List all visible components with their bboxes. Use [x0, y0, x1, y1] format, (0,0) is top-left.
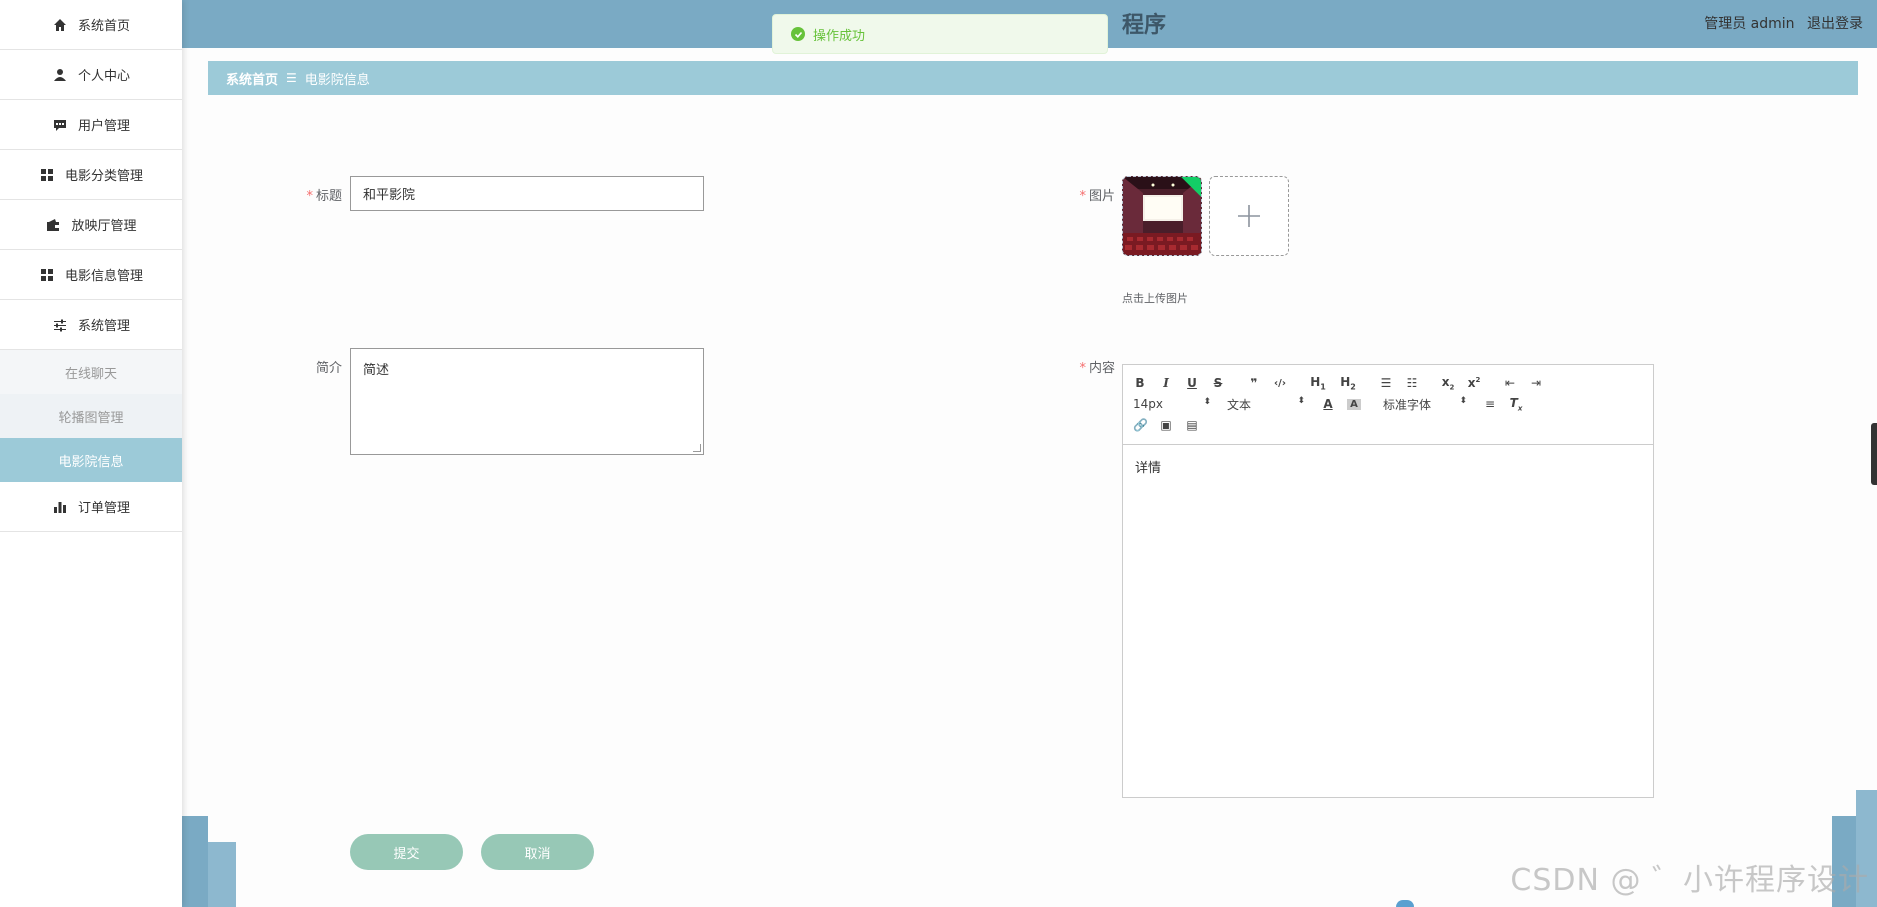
- required-mark: *: [1079, 189, 1086, 204]
- chat-icon: [52, 118, 68, 132]
- wallet-icon: [45, 218, 61, 232]
- font-family-select[interactable]: 标准字体 ⬍: [1383, 396, 1467, 413]
- user-icon: [52, 68, 68, 82]
- watermark: CSDN @ ゛小许程序设计: [1510, 863, 1869, 898]
- success-toast: 操作成功: [772, 14, 1108, 54]
- sidebar-item-orders[interactable]: 订单管理: [0, 482, 182, 532]
- ordered-list-icon[interactable]: ☰: [1379, 376, 1393, 390]
- sidebar-item-label: 电影信息管理: [64, 269, 143, 284]
- resize-handle-icon[interactable]: [693, 444, 701, 452]
- select-arrow-icon: ⬍: [1459, 395, 1467, 406]
- align-icon[interactable]: ≡: [1483, 397, 1497, 411]
- decor-dot: [1396, 900, 1414, 907]
- blockquote-icon[interactable]: ❞: [1247, 376, 1261, 390]
- rich-text-editor: B I U S ❞ ‹/› H1 H2 ☰ ☷ x2 x2 ⇤ ⇥ 14px ⬍ …: [1122, 364, 1654, 798]
- intro-textarea[interactable]: 简述: [350, 348, 704, 455]
- clear-format-icon[interactable]: Tx: [1509, 396, 1523, 412]
- heading1-icon[interactable]: H1: [1309, 375, 1327, 391]
- outdent-icon[interactable]: ⇤: [1503, 376, 1517, 390]
- logout-link[interactable]: 退出登录: [1807, 16, 1863, 32]
- required-mark: *: [1079, 361, 1086, 376]
- sidebar-item-label: 个人中心: [77, 69, 130, 84]
- upload-hint: 点击上传图片: [1122, 292, 1188, 305]
- required-mark: *: [306, 189, 313, 204]
- sidebar-item-movie-info[interactable]: 电影信息管理: [0, 250, 182, 300]
- image-upload-button[interactable]: [1209, 176, 1289, 256]
- image-label-text: 图片: [1088, 189, 1115, 204]
- sidebar-subitem-cinema-info[interactable]: 电影院信息: [0, 438, 182, 482]
- admin-label: 管理员 admin: [1704, 16, 1795, 32]
- image-label: * 图片: [1070, 185, 1115, 204]
- sidebar-item-label: 放映厅管理: [71, 219, 137, 234]
- select-arrow-icon: ⬍: [1203, 397, 1211, 407]
- breadcrumb-home[interactable]: 系统首页: [226, 69, 278, 88]
- sidebar-subitem-carousel[interactable]: 轮播图管理: [0, 394, 182, 438]
- sidebar-item-label: 系统管理: [77, 319, 130, 334]
- sidebar-item-home[interactable]: 系统首页: [0, 0, 182, 50]
- editor-content[interactable]: 详情: [1123, 445, 1653, 488]
- font-color-icon[interactable]: A: [1321, 397, 1335, 411]
- bar-chart-icon: [52, 500, 68, 514]
- select-arrow-icon: ⬍: [1297, 395, 1305, 406]
- header-select[interactable]: 文本 ⬍: [1227, 396, 1305, 413]
- title-input[interactable]: 和平影院: [350, 176, 704, 211]
- intro-text: 简述: [363, 363, 390, 378]
- decor-building: [208, 842, 236, 907]
- sidebar-item-movie-category[interactable]: 电影分类管理: [0, 150, 182, 200]
- text-type-value: 文本: [1227, 397, 1252, 412]
- heading2-icon[interactable]: H2: [1339, 375, 1357, 391]
- plus-icon: [1238, 205, 1260, 227]
- image-icon[interactable]: ▣: [1159, 418, 1173, 432]
- sidebar-item-hall[interactable]: 放映厅管理: [0, 200, 182, 250]
- background-color-icon[interactable]: A: [1347, 398, 1361, 410]
- sidebar-item-label: 电影分类管理: [64, 169, 143, 184]
- italic-icon[interactable]: I: [1159, 376, 1173, 390]
- sidebar-item-label: 系统首页: [77, 19, 130, 34]
- font-size-select[interactable]: 14px ⬍: [1133, 397, 1211, 411]
- content-label-text: 内容: [1088, 361, 1115, 376]
- sidebar-item-profile[interactable]: 个人中心: [0, 50, 182, 100]
- subscript-icon[interactable]: x2: [1441, 375, 1455, 391]
- indent-icon[interactable]: ⇥: [1529, 376, 1543, 390]
- submit-button[interactable]: 提交: [350, 834, 463, 870]
- decor-building: [182, 816, 208, 907]
- home-icon: [52, 18, 68, 32]
- sidebar-item-users[interactable]: 用户管理: [0, 100, 182, 150]
- toast-message: 操作成功: [813, 28, 866, 44]
- link-icon[interactable]: 🔗: [1133, 418, 1148, 432]
- sidebar-item-label: 订单管理: [77, 501, 130, 516]
- breadcrumb-current: 电影院信息: [304, 72, 370, 88]
- underline-icon[interactable]: U: [1185, 376, 1199, 390]
- user-area: 管理员 admin 退出登录: [1704, 13, 1863, 33]
- scrollbar-thumb[interactable]: [1871, 423, 1877, 485]
- sidebar: 系统首页 个人中心 用户管理 电影分类管理 放映厅管理 电影信息管理 系统管理 …: [0, 0, 182, 907]
- content-label: * 内容: [1070, 357, 1115, 376]
- app-title: 程序: [1122, 13, 1167, 38]
- bold-icon[interactable]: B: [1133, 376, 1147, 390]
- grid-icon: [39, 168, 55, 182]
- sliders-icon: [52, 318, 68, 332]
- font-size-value: 14px: [1133, 397, 1163, 411]
- strike-icon[interactable]: S: [1211, 376, 1225, 390]
- title-label-text: 标题: [315, 189, 342, 204]
- intro-label: 简介: [315, 361, 342, 376]
- sidebar-item-label: 用户管理: [77, 119, 130, 134]
- check-circle-icon: [791, 27, 805, 41]
- grid-icon: [39, 268, 55, 282]
- code-block-icon[interactable]: ‹/›: [1273, 378, 1287, 389]
- cinema-image-icon: [1123, 177, 1201, 255]
- bullet-list-icon[interactable]: ☷: [1405, 376, 1419, 390]
- breadcrumb-separator-icon: ☰: [286, 71, 297, 85]
- breadcrumb: 系统首页 ☰ 电影院信息: [208, 61, 1858, 95]
- video-icon[interactable]: ▤: [1185, 418, 1199, 432]
- uploaded-image-thumbnail[interactable]: [1122, 176, 1202, 256]
- superscript-icon[interactable]: x2: [1467, 376, 1481, 390]
- sidebar-subitem-chat[interactable]: 在线聊天: [0, 350, 182, 394]
- sidebar-item-system[interactable]: 系统管理: [0, 300, 182, 350]
- cancel-button[interactable]: 取消: [481, 834, 594, 870]
- title-label: * 标题: [300, 185, 342, 204]
- font-family-value: 标准字体: [1383, 397, 1432, 412]
- editor-toolbar: B I U S ❞ ‹/› H1 H2 ☰ ☷ x2 x2 ⇤ ⇥ 14px ⬍ …: [1123, 365, 1653, 445]
